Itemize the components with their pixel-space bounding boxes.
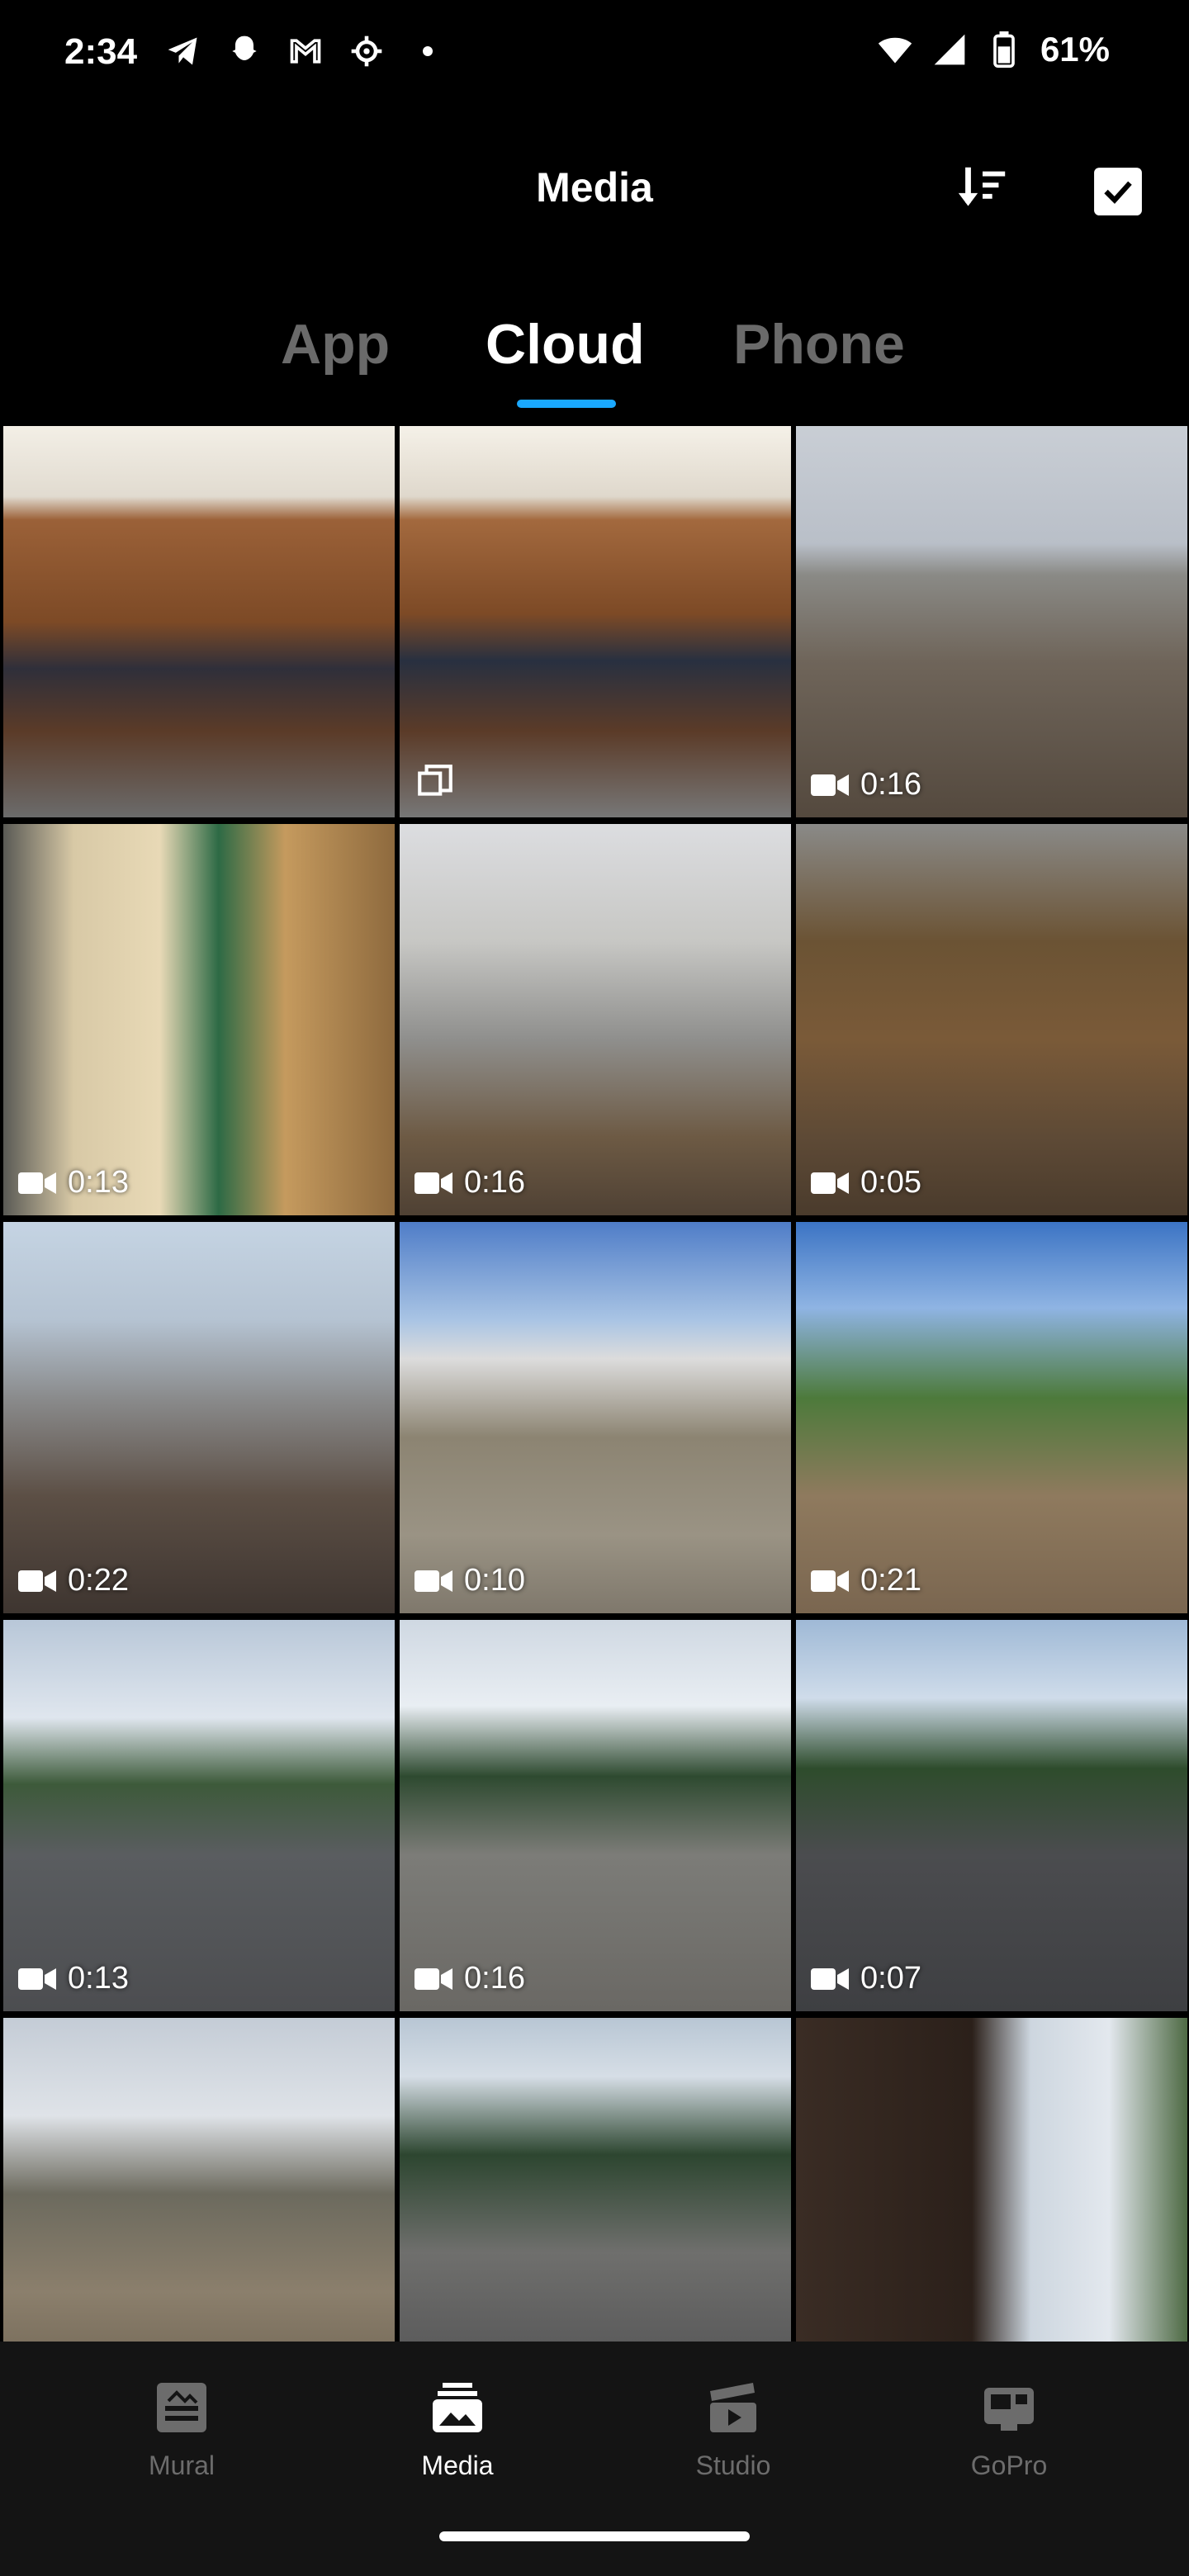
video-camera-icon	[811, 1570, 849, 1592]
nav-gopro[interactable]: GoPro	[918, 2375, 1100, 2481]
video-camera-icon	[18, 1968, 56, 1990]
video-camera-icon	[414, 1172, 452, 1194]
media-thumbnail[interactable]: 0:16	[400, 824, 791, 1215]
video-camera-icon	[414, 1968, 452, 1990]
multi-clip-icon	[414, 761, 456, 803]
media-thumbnail[interactable]: 0:16	[796, 426, 1187, 817]
status-notification-icons	[165, 33, 446, 69]
gmail-icon	[287, 33, 324, 69]
settings-gear-icon	[348, 33, 385, 69]
video-duration: 0:10	[414, 1563, 525, 1598]
video-duration: 0:16	[414, 1165, 525, 1200]
video-duration: 0:05	[811, 1165, 921, 1200]
tab-app[interactable]: App	[281, 312, 390, 376]
studio-clapper-icon	[700, 2375, 766, 2441]
tab-phone[interactable]: Phone	[733, 312, 905, 376]
nav-media[interactable]: Media	[367, 2375, 548, 2481]
gopro-camera-icon	[976, 2375, 1042, 2441]
cell-signal-icon	[931, 31, 968, 68]
media-thumbnail[interactable]	[400, 426, 791, 817]
video-duration: 0:16	[414, 1961, 525, 1996]
video-camera-icon	[18, 1172, 56, 1194]
checkbox-icon	[1094, 168, 1142, 215]
media-thumbnail[interactable]: 0:05	[796, 824, 1187, 1215]
sort-icon	[958, 167, 1006, 206]
dot-icon	[410, 33, 446, 69]
sort-button[interactable]	[950, 157, 1016, 223]
video-camera-icon	[811, 1968, 849, 1990]
video-duration: 0:22	[18, 1563, 129, 1598]
media-thumbnail[interactable]: 0:16	[400, 1620, 791, 2011]
status-time: 2:34	[64, 31, 138, 72]
tab-cloud[interactable]: Cloud	[486, 312, 645, 376]
media-icon	[424, 2375, 490, 2441]
snapchat-icon	[226, 33, 263, 69]
video-duration: 0:21	[811, 1563, 921, 1598]
media-thumbnail[interactable]	[796, 2018, 1187, 2342]
video-camera-icon	[811, 1172, 849, 1194]
status-bar: 2:34 61%	[0, 0, 1189, 107]
active-tab-indicator	[517, 400, 616, 408]
telegram-icon	[165, 33, 201, 69]
media-thumbnail[interactable]	[3, 426, 395, 817]
media-thumbnail[interactable]: 0:10	[400, 1222, 791, 1613]
nav-mural[interactable]: Mural	[91, 2375, 272, 2481]
media-grid: 0:16 0:13 0:16 0:05 0:22 0:10 0:21 0:13 …	[0, 410, 1189, 2342]
video-camera-icon	[811, 774, 849, 796]
app-header: Media	[0, 132, 1189, 248]
battery-icon	[986, 31, 1022, 68]
nav-studio[interactable]: Studio	[642, 2375, 824, 2481]
media-thumbnail[interactable]: 0:21	[796, 1222, 1187, 1613]
video-duration: 0:13	[18, 1961, 129, 1996]
media-thumbnail[interactable]: 0:13	[3, 824, 395, 1215]
status-system-icons: 61%	[877, 30, 1110, 69]
mural-icon	[149, 2375, 215, 2441]
media-thumbnail[interactable]	[400, 2018, 791, 2342]
source-tabs: App Cloud Phone	[0, 297, 1189, 413]
media-thumbnail[interactable]: 0:13	[3, 1620, 395, 2011]
battery-percent: 61%	[1040, 30, 1110, 69]
select-button[interactable]	[1088, 162, 1148, 221]
video-duration: 0:13	[18, 1165, 129, 1200]
home-indicator[interactable]	[439, 2531, 750, 2541]
media-thumbnail[interactable]: 0:07	[796, 1620, 1187, 2011]
video-duration: 0:16	[811, 767, 921, 803]
wifi-icon	[877, 31, 913, 68]
media-thumbnail[interactable]	[3, 2018, 395, 2342]
media-thumbnail[interactable]: 0:22	[3, 1222, 395, 1613]
video-duration: 0:07	[811, 1961, 921, 1996]
video-camera-icon	[18, 1570, 56, 1592]
video-camera-icon	[414, 1570, 452, 1592]
